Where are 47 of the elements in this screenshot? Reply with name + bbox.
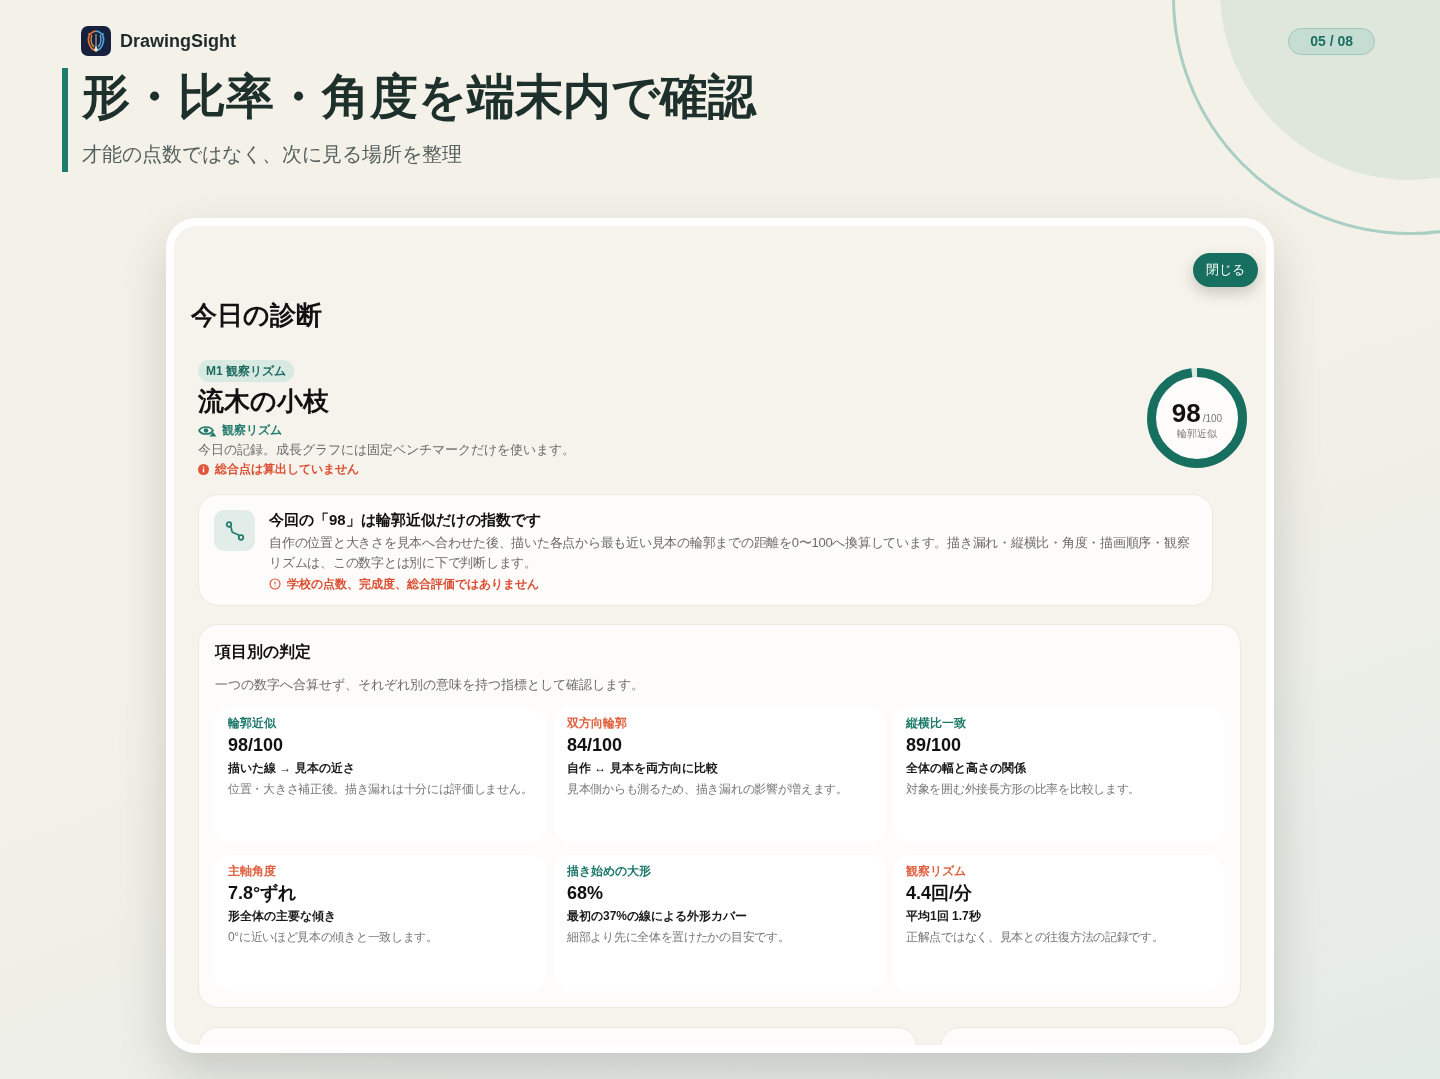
app-name: DrawingSight [120, 30, 236, 53]
screen-heading: 今日の診断 [190, 299, 323, 332]
metric-summary: 描いた線 → 見本の近さ [228, 760, 355, 777]
metric-value: 7.8°ずれ [228, 882, 297, 905]
notice-warning: 学校の点数、完成度、総合評価ではありません [287, 576, 539, 592]
metric-note: 正解点ではなく、見本との往復方法の記録です。 [906, 929, 1164, 945]
lesson-description: 今日の記録。成長グラフには固定ベンチマークだけを使います。 [198, 441, 575, 459]
page-subtitle: 才能の点数ではなく、次に見る場所を整理 [82, 142, 463, 167]
notice-title: 今回の「98」は輪郭近似だけの指数です [269, 510, 541, 530]
metric-label: 主軸角度 [228, 863, 276, 879]
lesson-category: 観察リズム [222, 422, 282, 438]
close-button[interactable]: 閉じる [1193, 253, 1258, 287]
metric-value: 84/100 [567, 734, 623, 757]
metric-summary: 最初の37%の線による外形カバー [567, 908, 748, 925]
metric-summary: 自作 ↔ 見本を両方向に比較 [567, 760, 718, 777]
score-max: /100 [1202, 412, 1223, 425]
metric-label: 縦横比一致 [906, 715, 966, 731]
metric-note: 0°に近いほど見本の傾きと一致します。 [228, 929, 438, 945]
metric-summary: 形全体の主要な傾き [228, 908, 336, 925]
info-icon [198, 464, 209, 475]
notice-body: 自作の位置と大きさを見本へ合わせた後、描いた各点から最も近い見本の輪郭までの距離を0〜100へ換算しています。描き漏れ・縦横比・角度・描画順序・観察リズムは、この数字とは別に下で判断します。 [269, 534, 1191, 572]
score-label: 輪郭近似 [1177, 427, 1217, 440]
metric-note: 対象を囲む外接長方形の比率を比較します。 [906, 781, 1140, 797]
score-value: 98 [1171, 398, 1201, 427]
metric-value: 4.4回/分 [906, 882, 973, 905]
page-title: 形・比率・角度を端末内で確認 [82, 69, 758, 125]
metric-summary: 平均1回 1.7秒 [906, 908, 981, 925]
metric-note: 見本側からも測るため、描き漏れの影響が増えます。 [567, 781, 848, 797]
metric-value: 68% [567, 882, 604, 905]
metrics-title: 項目別の判定 [215, 642, 312, 662]
metric-note: 細部より先に全体を置けたかの目安です。 [567, 929, 790, 945]
lesson-warning: 総合点は算出していません [215, 462, 359, 477]
metric-value: 98/100 [228, 734, 284, 757]
metric-label: 観察リズム [906, 863, 966, 879]
logo-icon [81, 26, 111, 56]
metric-label: 描き始めの大形 [567, 863, 651, 879]
metrics-description: 一つの数字へ合算せず、それぞれ別の意味を持つ指標として確認します。 [215, 676, 645, 694]
metric-label: 輪郭近似 [228, 715, 276, 731]
lesson-title: 流木の小枝 [198, 385, 329, 417]
metric-note: 位置・大きさ補正後。描き漏れは十分には評価しません。 [228, 781, 533, 797]
eye-icon [198, 423, 217, 437]
metric-value: 89/100 [906, 734, 962, 757]
alert-icon [269, 578, 281, 590]
metric-label: 双方向輪郭 [567, 715, 627, 731]
lesson-tag: M1 観察リズム [198, 360, 294, 382]
route-icon [214, 510, 255, 551]
metric-summary: 全体の幅と高さの関係 [906, 760, 1026, 777]
